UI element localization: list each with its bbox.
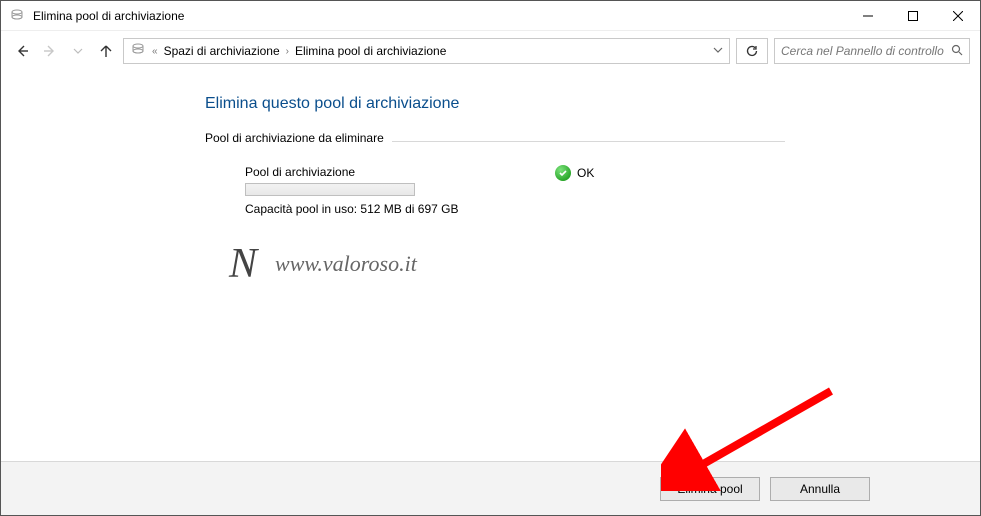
app-icon bbox=[9, 8, 25, 24]
search-placeholder: Cerca nel Pannello di controllo bbox=[781, 44, 947, 58]
content-area: Elimina questo pool di archiviazione Poo… bbox=[1, 71, 980, 461]
toolbar: « Spazi di archiviazione › Elimina pool … bbox=[1, 31, 980, 71]
window-title: Elimina pool di archiviazione bbox=[33, 9, 845, 23]
status-text: OK bbox=[577, 166, 594, 180]
group-label: Pool di archiviazione da eliminare bbox=[205, 131, 785, 151]
search-box[interactable]: Cerca nel Pannello di controllo bbox=[774, 38, 970, 64]
recent-locations-button[interactable] bbox=[67, 40, 89, 62]
close-button[interactable] bbox=[935, 1, 980, 31]
back-button[interactable] bbox=[11, 40, 33, 62]
minimize-button[interactable] bbox=[845, 1, 890, 31]
pool-row: Pool di archiviazione Capacità pool in u… bbox=[245, 165, 785, 216]
watermark-text: www.valoroso.it bbox=[275, 251, 417, 277]
maximize-button[interactable] bbox=[890, 1, 935, 31]
search-icon bbox=[951, 44, 963, 59]
location-icon bbox=[130, 42, 146, 61]
delete-pool-button[interactable]: Elimina pool bbox=[660, 477, 760, 501]
title-bar: Elimina pool di archiviazione bbox=[1, 1, 980, 31]
breadcrumb-current[interactable]: Elimina pool di archiviazione bbox=[295, 44, 446, 58]
pool-name: Pool di archiviazione bbox=[245, 165, 495, 179]
watermark-logo: N bbox=[229, 240, 257, 288]
watermark: N www.valoroso.it bbox=[229, 240, 785, 288]
pool-capacity-text: Capacità pool in uso: 512 MB di 697 GB bbox=[245, 202, 495, 216]
cancel-button[interactable]: Annulla bbox=[770, 477, 870, 501]
window-controls bbox=[845, 1, 980, 31]
addressbar-dropdown-icon[interactable] bbox=[713, 45, 723, 58]
pool-usage-progress bbox=[245, 183, 415, 196]
breadcrumb-prefix-icon: « bbox=[152, 46, 158, 57]
breadcrumb-root[interactable]: Spazi di archiviazione bbox=[164, 44, 280, 58]
refresh-button[interactable] bbox=[736, 38, 768, 64]
pool-status: OK bbox=[555, 165, 594, 181]
footer-bar: Elimina pool Annulla bbox=[1, 461, 980, 515]
up-button[interactable] bbox=[95, 40, 117, 62]
forward-button[interactable] bbox=[39, 40, 61, 62]
address-bar[interactable]: « Spazi di archiviazione › Elimina pool … bbox=[123, 38, 730, 64]
page-heading: Elimina questo pool di archiviazione bbox=[205, 95, 785, 113]
chevron-right-icon: › bbox=[286, 46, 289, 57]
ok-icon bbox=[555, 165, 571, 181]
